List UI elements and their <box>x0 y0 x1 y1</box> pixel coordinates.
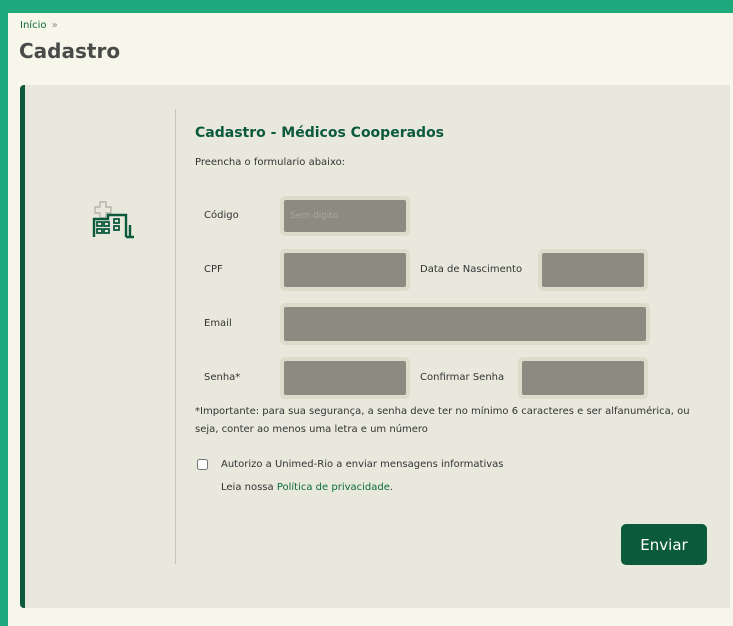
submit-button[interactable]: Enviar <box>621 524 707 565</box>
confirmar-senha-label: Confirmar Senha <box>420 372 505 383</box>
privacy-prefix: Leia nossa <box>221 482 274 493</box>
page: Início » Cadastro Cadastro - Médicos Coo… <box>8 13 733 626</box>
senha-input[interactable] <box>284 361 406 395</box>
consent-label: Autorizo a Unimed-Rio a enviar mensagens… <box>221 459 504 470</box>
senha-label: Senha* <box>204 372 241 383</box>
vertical-divider <box>175 109 176 564</box>
breadcrumb-separator: » <box>51 20 58 31</box>
confirmar-senha-input[interactable] <box>522 361 644 395</box>
codigo-input[interactable] <box>284 200 406 232</box>
codigo-field-wrap <box>280 196 410 236</box>
form-subtitle: Preencha o formulario abaixo: <box>195 157 346 168</box>
form-title: Cadastro - Médicos Cooperados <box>195 125 445 141</box>
nascimento-label: Data de Nascimento <box>420 264 523 275</box>
nascimento-input[interactable] <box>542 253 644 287</box>
nascimento-field-wrap <box>538 249 648 291</box>
email-label: Email <box>204 318 232 329</box>
cpf-field-wrap <box>280 249 410 291</box>
password-note: *Importante: para sua segurança, a senha… <box>195 406 690 435</box>
privacy-policy-link[interactable]: Política de privacidade <box>277 482 390 493</box>
registration-card: Cadastro - Médicos Cooperados Preencha o… <box>20 85 730 608</box>
cpf-input[interactable] <box>284 253 406 287</box>
hospital-icon <box>85 197 141 245</box>
breadcrumb: Início » <box>20 20 58 31</box>
page-title: Cadastro <box>19 39 121 63</box>
cpf-label: CPF <box>204 264 223 275</box>
codigo-label: Código <box>204 210 239 221</box>
privacy-line: Leia nossa Política de privacidade. <box>221 482 393 493</box>
confirmar-senha-field-wrap <box>518 357 648 399</box>
consent-checkbox[interactable] <box>197 459 208 470</box>
senha-field-wrap <box>280 357 410 399</box>
breadcrumb-home-link[interactable]: Início <box>20 20 46 31</box>
email-field-wrap <box>280 303 650 345</box>
email-input[interactable] <box>284 307 646 341</box>
privacy-suffix: . <box>389 482 394 493</box>
